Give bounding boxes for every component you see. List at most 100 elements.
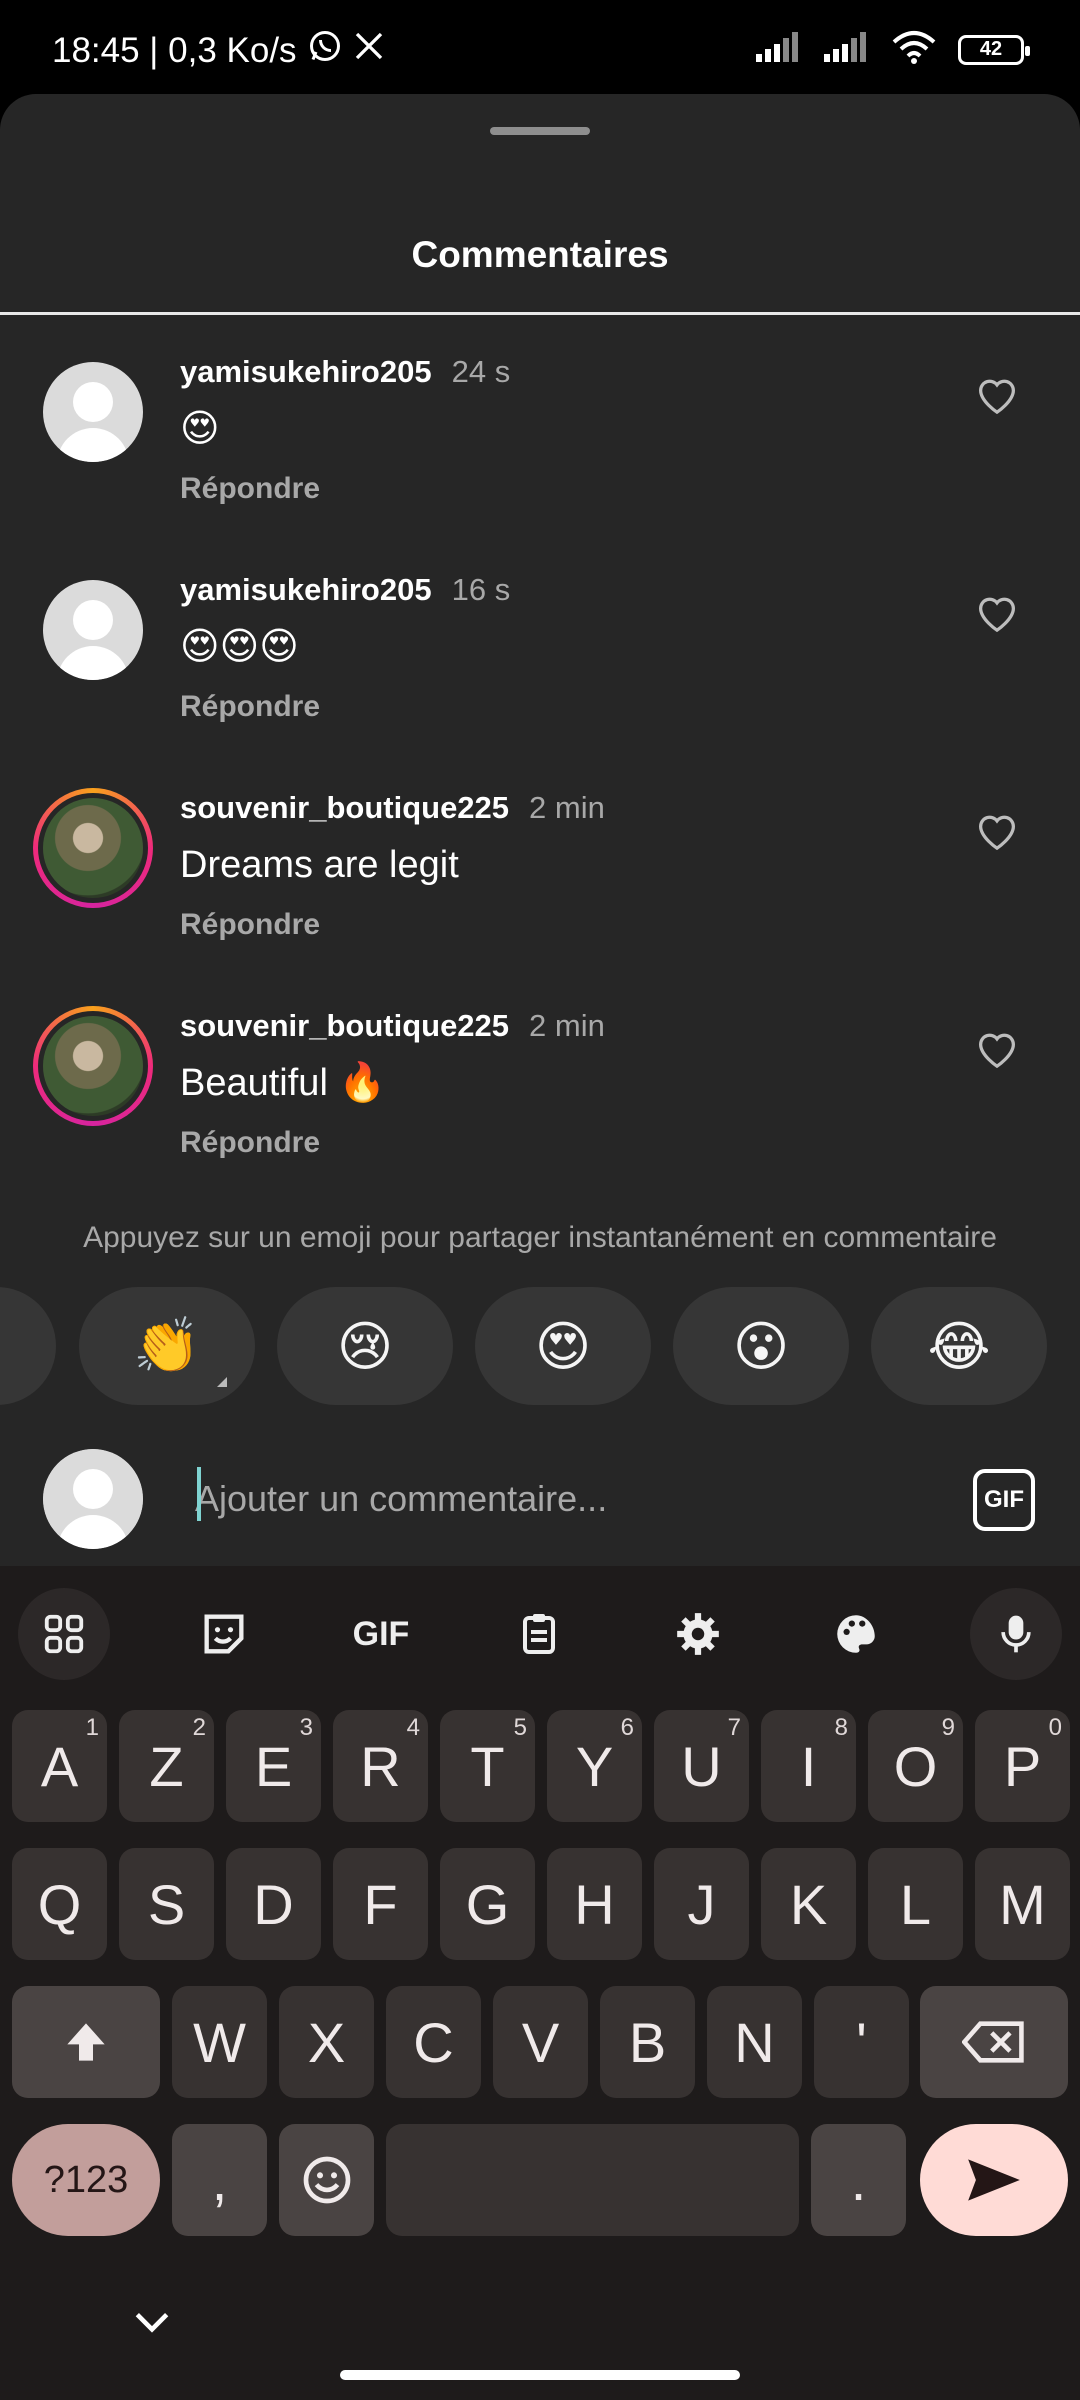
- key-h[interactable]: H: [547, 1848, 642, 1960]
- clipboard-icon[interactable]: [493, 1588, 585, 1680]
- comment-text: Dreams are legit: [180, 844, 459, 886]
- like-heart-icon[interactable]: [975, 810, 1019, 851]
- send-key-icon[interactable]: [920, 2124, 1068, 2236]
- palette-icon[interactable]: [810, 1588, 902, 1680]
- comment-username[interactable]: souvenir_boutique225: [180, 1008, 509, 1044]
- key-comma[interactable]: ,: [172, 2124, 267, 2236]
- gif-button[interactable]: GIF: [973, 1469, 1035, 1531]
- avatar: [43, 1016, 143, 1116]
- x-icon: [353, 30, 385, 71]
- avatar-story-ring[interactable]: [33, 788, 153, 908]
- key-m[interactable]: M: [975, 1848, 1070, 1960]
- emoji-pill-cry[interactable]: 😢: [277, 1287, 453, 1405]
- sheet-title: Commentaires: [411, 234, 669, 275]
- key-k[interactable]: K: [761, 1848, 856, 1960]
- key-period[interactable]: .: [811, 2124, 906, 2236]
- key-p[interactable]: P0: [975, 1710, 1070, 1822]
- avatar: [43, 798, 143, 898]
- gif-tool-button[interactable]: GIF: [335, 1588, 427, 1680]
- hide-keyboard-chevron-icon[interactable]: [130, 2300, 174, 2344]
- key-apostrophe[interactable]: ': [814, 1986, 909, 2098]
- comment-username[interactable]: yamisukehiro205: [180, 354, 432, 390]
- key-j[interactable]: J: [654, 1848, 749, 1960]
- reply-button[interactable]: Répondre: [180, 472, 320, 506]
- status-time: 18:45 | 0,3 Ko/s: [52, 30, 297, 70]
- key-c[interactable]: C: [386, 1986, 481, 2098]
- avatar[interactable]: [43, 580, 143, 680]
- comment-composer: GIF: [0, 1429, 1080, 1565]
- avatar-story-ring[interactable]: [33, 1006, 153, 1126]
- key-y[interactable]: Y6: [547, 1710, 642, 1822]
- microphone-icon[interactable]: [970, 1588, 1062, 1680]
- apps-grid-icon[interactable]: [18, 1588, 110, 1680]
- comment-text: 😍😍😍: [180, 626, 299, 668]
- key-b[interactable]: B: [600, 1986, 695, 2098]
- like-heart-icon[interactable]: [975, 592, 1019, 633]
- comment-time: 24 s: [451, 354, 511, 389]
- gesture-nav-bar[interactable]: [340, 2370, 740, 2380]
- comment-time: 2 min: [529, 1008, 605, 1043]
- space-bar[interactable]: [386, 2124, 799, 2236]
- my-avatar: [43, 1449, 143, 1549]
- key-q[interactable]: Q: [12, 1848, 107, 1960]
- key-s[interactable]: S: [119, 1848, 214, 1960]
- comment-username[interactable]: souvenir_boutique225: [180, 790, 509, 826]
- avatar[interactable]: [43, 362, 143, 462]
- key-v[interactable]: V: [493, 1986, 588, 2098]
- key-i[interactable]: I8: [761, 1710, 856, 1822]
- title-divider: [0, 312, 1080, 315]
- comment-time: 16 s: [451, 572, 511, 607]
- key-w[interactable]: W: [172, 1986, 267, 2098]
- comment-text: 😍: [180, 408, 220, 450]
- reply-button[interactable]: Répondre: [180, 690, 320, 724]
- like-heart-icon[interactable]: [975, 374, 1019, 415]
- comment-item: yamisukehiro205 16 s 😍😍😍 Répondre: [0, 572, 1080, 780]
- comment-time: 2 min: [529, 790, 605, 825]
- key-x[interactable]: X: [279, 1986, 374, 2098]
- emoji-pill-heart-eyes[interactable]: 😍: [475, 1287, 651, 1405]
- symbols-key[interactable]: ?123: [12, 2124, 160, 2236]
- signal-icon-2: [824, 32, 870, 67]
- key-e[interactable]: E3: [226, 1710, 321, 1822]
- key-n[interactable]: N: [707, 1986, 802, 2098]
- comment-item: yamisukehiro205 24 s 😍 Répondre: [0, 354, 1080, 562]
- key-o[interactable]: O9: [868, 1710, 963, 1822]
- battery-icon: 42: [958, 34, 1030, 65]
- like-heart-icon[interactable]: [975, 1028, 1019, 1069]
- comment-text: Beautiful 🔥: [180, 1062, 386, 1104]
- shift-key-icon[interactable]: [12, 1986, 160, 2098]
- key-z[interactable]: Z2: [119, 1710, 214, 1822]
- status-bar: 18:45 | 0,3 Ko/s 42: [0, 0, 1080, 96]
- emoji-key-icon[interactable]: [279, 2124, 374, 2236]
- quick-emoji-row: 👏 😢 😍 😮 😂: [0, 1287, 1080, 1407]
- wifi-icon: [892, 30, 936, 69]
- key-a[interactable]: A1: [12, 1710, 107, 1822]
- emoji-pill-laugh[interactable]: 😂: [871, 1287, 1047, 1405]
- comment-username[interactable]: yamisukehiro205: [180, 572, 432, 608]
- key-r[interactable]: R4: [333, 1710, 428, 1822]
- drag-handle[interactable]: [490, 127, 590, 135]
- backspace-key-icon[interactable]: [920, 1986, 1068, 2098]
- sticker-icon[interactable]: [178, 1588, 270, 1680]
- emoji-pill-partial[interactable]: [0, 1287, 56, 1405]
- settings-gear-icon[interactable]: [652, 1588, 744, 1680]
- comment-item: souvenir_boutique225 2 min Beautiful 🔥 Répo…: [0, 1006, 1080, 1216]
- key-f[interactable]: F: [333, 1848, 428, 1960]
- signal-icon-1: [756, 32, 802, 67]
- key-g[interactable]: G: [440, 1848, 535, 1960]
- key-l[interactable]: L: [868, 1848, 963, 1960]
- key-d[interactable]: D: [226, 1848, 321, 1960]
- key-t[interactable]: T5: [440, 1710, 535, 1822]
- keyboard: GIF A1Z2E3R4T5Y6U7I8O9P0 QSDFGHJKLM WXCVBN…: [0, 1566, 1080, 2400]
- reply-button[interactable]: Répondre: [180, 908, 320, 942]
- text-cursor: [197, 1467, 201, 1521]
- keyboard-toolbar: GIF: [0, 1566, 1080, 1686]
- emoji-pill-wow[interactable]: 😮: [673, 1287, 849, 1405]
- whatsapp-icon: [307, 28, 343, 73]
- comment-item: souvenir_boutique225 2 min Dreams are legi…: [0, 788, 1080, 998]
- emoji-hint: Appuyez sur un emoji pour partager insta…: [83, 1221, 997, 1254]
- comment-input[interactable]: [195, 1459, 945, 1539]
- key-u[interactable]: U7: [654, 1710, 749, 1822]
- reply-button[interactable]: Répondre: [180, 1126, 320, 1160]
- emoji-pill-clap[interactable]: 👏: [79, 1287, 255, 1405]
